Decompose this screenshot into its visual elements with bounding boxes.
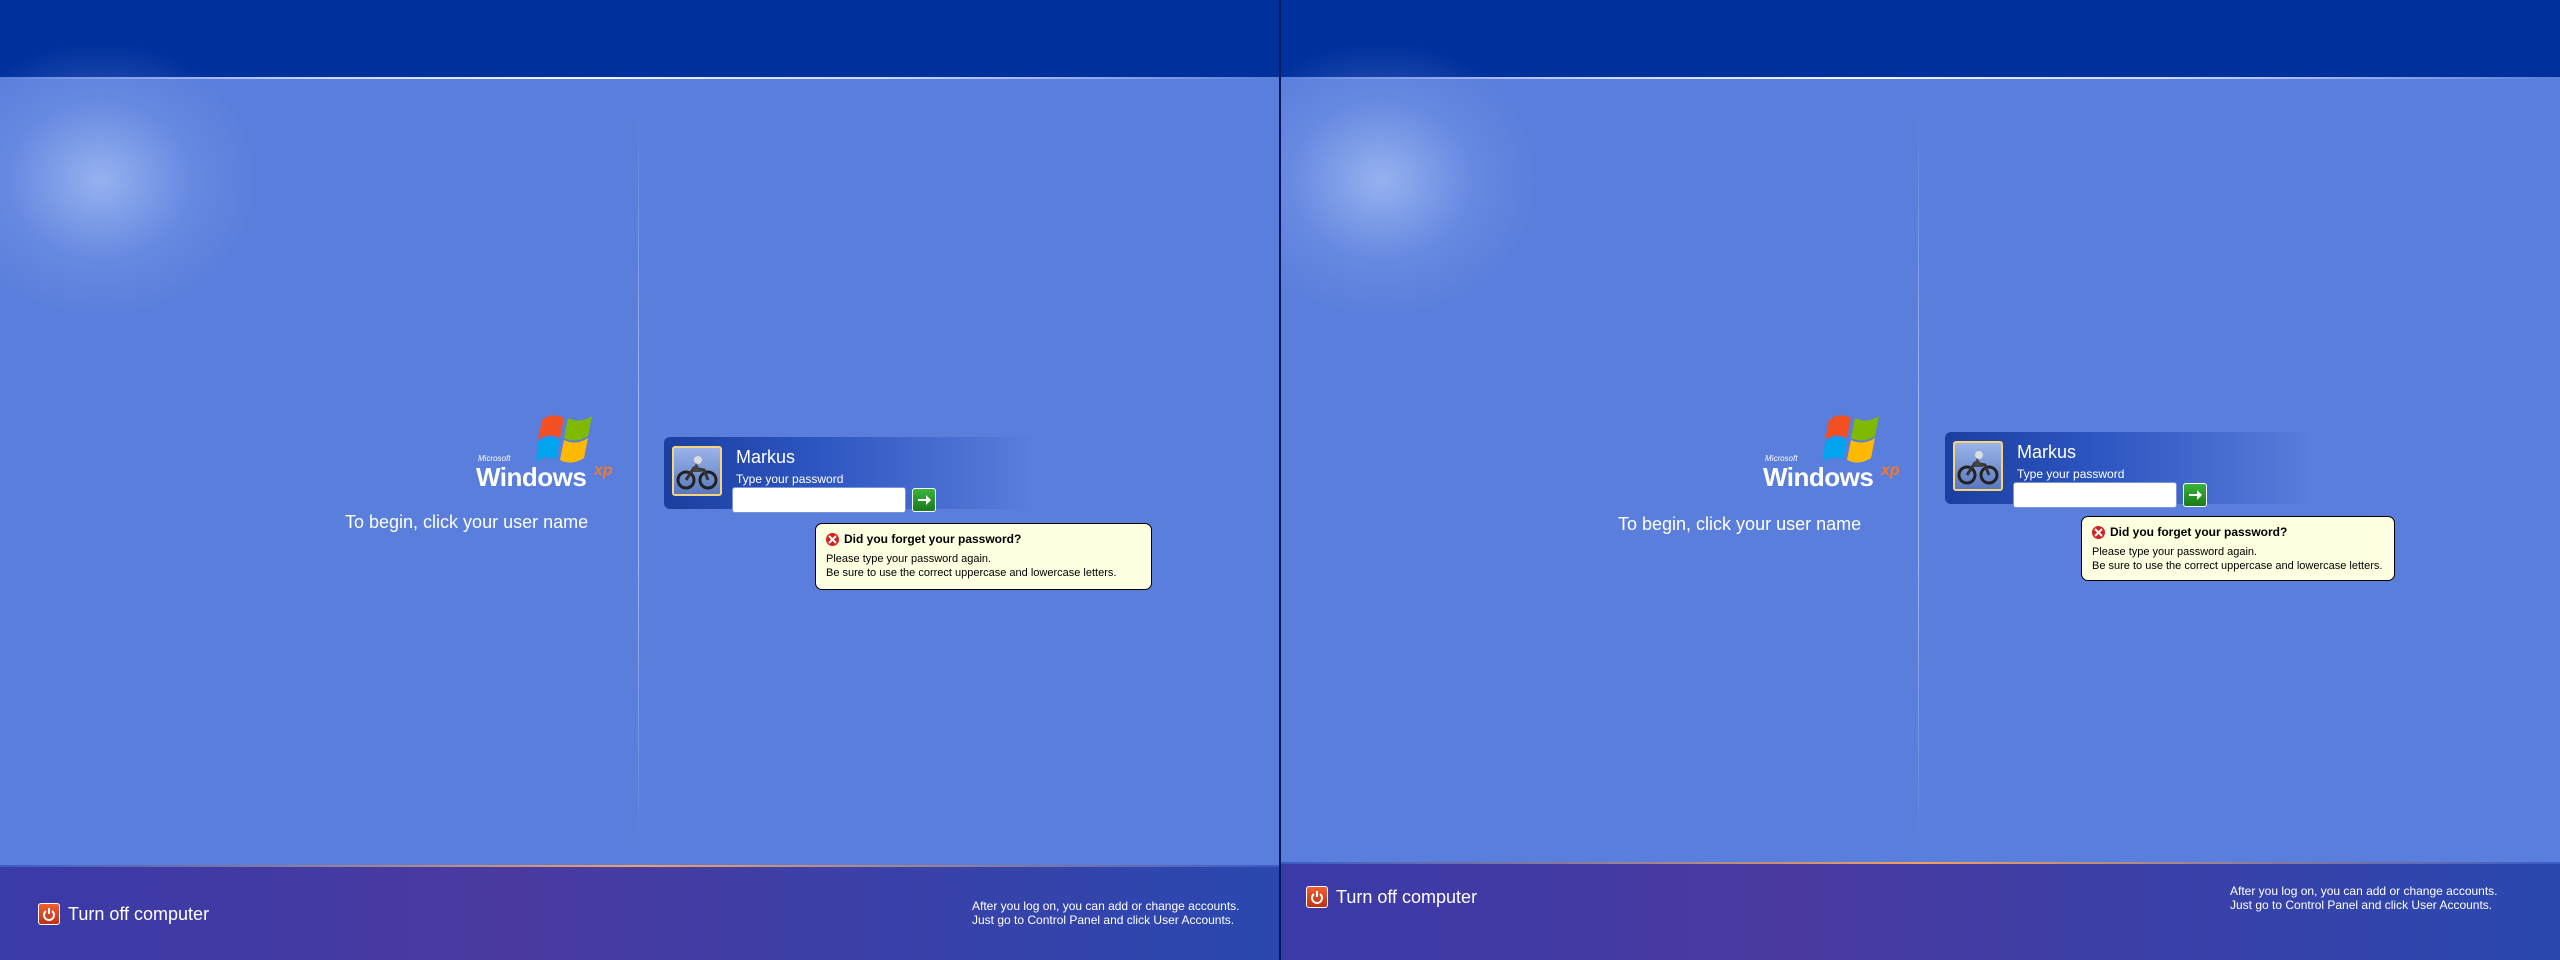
dual-monitor-desktop: Microsoft Windows xp To begin, click you… bbox=[0, 0, 2560, 960]
motorcycle-avatar-icon bbox=[1957, 451, 1999, 485]
bottom-bar: Turn off computer After you log on, you … bbox=[1281, 864, 2560, 960]
password-prompt-label: Type your password bbox=[2017, 467, 2125, 481]
balloon-line-2: Be sure to use the correct uppercase and… bbox=[826, 567, 1117, 579]
balloon-title-row: Did you forget your password? bbox=[826, 532, 1141, 546]
user-name-label: Markus bbox=[736, 447, 796, 467]
welcome-screen-right: Microsoft Windows xp To begin, click you… bbox=[1281, 0, 2560, 960]
accounts-hint-line-1: After you log on, you can add or change … bbox=[972, 899, 1240, 913]
power-icon bbox=[38, 903, 60, 925]
accounts-hint: After you log on, you can add or change … bbox=[972, 899, 1240, 927]
windows-xp-logo: Microsoft Windows xp bbox=[1763, 410, 1913, 500]
accounts-hint-line-1: After you log on, you can add or change … bbox=[2230, 884, 2498, 898]
windows-wordmark: Windows bbox=[476, 462, 587, 492]
power-icon bbox=[1306, 886, 1328, 908]
go-button[interactable] bbox=[912, 488, 936, 512]
xp-wordmark: xp bbox=[594, 462, 613, 479]
balloon-title: Did you forget your password? bbox=[2110, 525, 2288, 539]
go-button[interactable] bbox=[2183, 483, 2207, 507]
welcome-screen-left: Microsoft Windows xp To begin, click you… bbox=[0, 0, 1279, 960]
user-tile-markus[interactable]: Markus Type your password bbox=[1945, 432, 2315, 508]
accounts-hint-line-2: Just go to Control Panel and click User … bbox=[972, 913, 1235, 927]
vertical-divider bbox=[638, 110, 639, 850]
password-hint-balloon: Did you forget your password? Please typ… bbox=[815, 523, 1152, 590]
user-avatar[interactable] bbox=[1953, 441, 2003, 491]
balloon-title: Did you forget your password? bbox=[844, 532, 1022, 546]
motorcycle-avatar-icon bbox=[676, 456, 718, 490]
windows-flag-icon bbox=[1823, 415, 1879, 463]
turn-off-computer-button[interactable]: Turn off computer bbox=[1306, 886, 1477, 908]
accounts-hint: After you log on, you can add or change … bbox=[2230, 884, 2498, 912]
password-hint-balloon: Did you forget your password? Please typ… bbox=[2081, 516, 2395, 581]
background-glow bbox=[0, 40, 260, 320]
begin-instruction: To begin, click your user name bbox=[1618, 514, 1862, 534]
begin-instruction: To begin, click your user name bbox=[345, 512, 589, 532]
balloon-line-2: Be sure to use the correct uppercase and… bbox=[2092, 560, 2383, 572]
error-x-icon bbox=[826, 532, 839, 546]
windows-xp-logo: Microsoft Windows xp bbox=[476, 410, 626, 500]
windows-wordmark: Windows bbox=[1763, 462, 1874, 492]
balloon-line-1: Please type your password again. bbox=[826, 553, 992, 565]
xp-wordmark: xp bbox=[1881, 462, 1900, 479]
user-avatar[interactable] bbox=[672, 446, 722, 496]
arrow-right-icon bbox=[918, 495, 931, 505]
accounts-hint-line-2: Just go to Control Panel and click User … bbox=[2230, 898, 2493, 912]
user-name-label: Markus bbox=[2017, 442, 2077, 462]
turn-off-computer-button[interactable]: Turn off computer bbox=[38, 903, 209, 925]
turn-off-label: Turn off computer bbox=[68, 903, 210, 924]
turn-off-label: Turn off computer bbox=[1336, 886, 1478, 907]
vertical-divider bbox=[1918, 110, 1919, 850]
balloon-title-row: Did you forget your password? bbox=[2092, 525, 2384, 539]
password-input[interactable] bbox=[2013, 482, 2177, 508]
bottom-bar: Turn off computer After you log on, you … bbox=[0, 867, 1279, 960]
arrow-right-icon bbox=[2189, 490, 2202, 500]
password-prompt-label: Type your password bbox=[736, 472, 844, 486]
user-tile-markus[interactable]: Markus Type your password bbox=[664, 437, 1034, 513]
windows-flag-icon bbox=[536, 415, 592, 463]
balloon-line-1: Please type your password again. bbox=[2092, 546, 2258, 558]
password-input[interactable] bbox=[732, 487, 906, 513]
error-x-icon bbox=[2092, 525, 2105, 539]
background-glow bbox=[1281, 40, 1541, 320]
